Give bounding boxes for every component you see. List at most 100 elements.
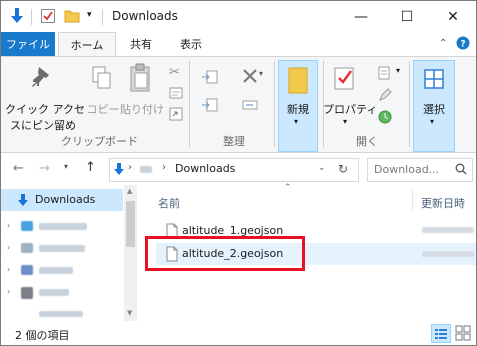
open-dropdown-icon[interactable]: ▾: [396, 66, 400, 75]
history-icon[interactable]: [377, 109, 393, 125]
tab-view[interactable]: 表示: [171, 32, 211, 56]
path-separator-2: ›: [162, 162, 166, 173]
redacted-nav-item-4: [39, 289, 69, 296]
search-box[interactable]: Download...: [367, 158, 473, 182]
path-segment-redacted: [140, 166, 152, 173]
select-button[interactable]: 選択 ▾: [413, 60, 455, 152]
minimize-button[interactable]: —: [338, 1, 384, 32]
highlight-box: [145, 236, 305, 271]
help-icon[interactable]: ?: [456, 36, 470, 50]
properties-quick-icon[interactable]: [40, 8, 56, 24]
downloads-nav-icon: [17, 193, 29, 207]
cut-icon[interactable]: ✂: [169, 65, 180, 80]
organize-group-label: 整理: [223, 135, 245, 148]
expand-chevron-icon-4[interactable]: ›: [7, 287, 10, 296]
scroll-up-icon[interactable]: ▲: [127, 187, 132, 195]
new-label: 新規: [287, 103, 309, 116]
nav-item-label: Downloads: [35, 193, 96, 206]
new-button[interactable]: 新規 ▾: [278, 60, 318, 152]
expand-chevron-icon[interactable]: ›: [7, 221, 10, 230]
tab-share[interactable]: 共有: [121, 32, 161, 56]
recent-dropdown-icon[interactable]: ▾: [64, 162, 68, 171]
scroll-down-icon[interactable]: ▼: [127, 309, 132, 317]
path-current: Downloads: [175, 162, 236, 175]
tab-file[interactable]: ファイル: [1, 32, 55, 56]
back-arrow-icon[interactable]: ←: [13, 161, 24, 176]
column-divider[interactable]: [412, 189, 413, 211]
explorer-window: ▾ Downloads — ☐ ✕ ファイル ホーム 共有 表示 ⌃ ? クイッ…: [0, 0, 477, 346]
copy-icon: [91, 65, 113, 91]
group-divider-1: [189, 61, 190, 147]
forward-arrow-icon[interactable]: →: [39, 161, 50, 176]
file-date-redacted-1: [422, 227, 474, 233]
redacted-nav-item-3: [39, 267, 73, 274]
sort-indicator-icon: ⌃: [284, 183, 292, 193]
redacted-nav-item-1: [39, 223, 87, 230]
expand-chevron-icon-2[interactable]: ›: [7, 243, 10, 252]
pin-label-line1: クイック アクセ: [5, 103, 85, 116]
status-bar: 2 個の項目: [1, 321, 476, 345]
refresh-icon[interactable]: ↻: [338, 162, 348, 176]
redacted-nav-icon-2: [21, 243, 33, 253]
properties-icon: [333, 65, 357, 91]
nav-scroll-thumb[interactable]: [126, 201, 135, 247]
redacted-nav-item-5: [39, 311, 83, 317]
ribbon-collapse-icon[interactable]: ⌃: [439, 38, 447, 49]
search-placeholder: Download...: [374, 163, 440, 176]
close-button[interactable]: ✕: [430, 1, 476, 32]
large-icons-view-button[interactable]: [455, 325, 471, 341]
new-folder-icon: [287, 67, 309, 95]
tab-home[interactable]: ホーム: [58, 32, 116, 57]
new-dropdown-icon: ▾: [294, 117, 299, 126]
open-group-label: 開く: [356, 135, 378, 148]
redacted-nav-icon-4: [21, 287, 33, 299]
paste-icon: [129, 63, 153, 93]
paste-shortcut-icon[interactable]: [169, 107, 183, 121]
delete-icon[interactable]: [241, 67, 259, 85]
maximize-button[interactable]: ☐: [384, 1, 430, 32]
copy-button[interactable]: コピー: [83, 101, 123, 117]
address-bar[interactable]: › › Downloads ⌄ ↻: [109, 158, 359, 182]
copy-path-icon[interactable]: [169, 87, 183, 99]
group-divider-2: [274, 61, 275, 147]
column-header-modified[interactable]: 更新日時: [421, 195, 465, 211]
redacted-nav-icon-1: [21, 221, 33, 231]
navigation-pane: Downloads › › › › ▲ ▼: [1, 185, 137, 321]
select-label: 選択: [423, 103, 445, 116]
downloads-path-icon: [113, 162, 125, 176]
expand-chevron-icon-3[interactable]: ›: [7, 265, 10, 274]
file-date-redacted-2: [422, 251, 474, 257]
column-header-name[interactable]: 名前: [158, 195, 180, 211]
group-divider-4: [409, 61, 410, 147]
rename-icon[interactable]: [241, 97, 259, 113]
address-row: ← → ▾ ↑ › › Downloads ⌄ ↻ Download...: [1, 154, 476, 184]
clipboard-group-label: クリップボード: [61, 135, 138, 148]
pin-icon: [31, 65, 53, 91]
properties-button[interactable]: プロパティ: [323, 101, 377, 117]
details-view-button[interactable]: [431, 324, 451, 343]
file-list: ⌃ 名前 更新日時 altitude_1.geojson altitude_2.…: [138, 183, 476, 321]
nav-scrollbar[interactable]: ▲ ▼: [124, 185, 137, 321]
nav-item-downloads[interactable]: Downloads: [1, 189, 123, 211]
pin-label-line2: スにピン留め: [10, 119, 76, 132]
up-arrow-icon[interactable]: ↑: [85, 160, 96, 175]
open-icon[interactable]: [377, 65, 395, 81]
down-arrow-icon[interactable]: [9, 7, 25, 25]
paste-button[interactable]: 貼り付け: [119, 101, 165, 117]
move-to-icon[interactable]: [201, 69, 219, 85]
redacted-nav-icon-3: [21, 265, 33, 275]
svg-text:?: ?: [460, 40, 465, 50]
address-dropdown-icon[interactable]: ⌄: [318, 163, 326, 173]
pin-quick-access-button[interactable]: クイック アクセ スにピン留め: [5, 101, 85, 133]
properties-dropdown-icon[interactable]: ▾: [343, 117, 347, 126]
copy-to-icon[interactable]: [201, 97, 219, 113]
title-divider: [31, 9, 32, 25]
delete-dropdown-icon[interactable]: ▾: [259, 69, 263, 78]
path-separator-1: ›: [128, 162, 132, 173]
folder-quick-icon[interactable]: [64, 8, 80, 24]
ribbon: クイック アクセ スにピン留め コピー 貼り付け ✂ クリップボード ▾ 整理 …: [1, 56, 476, 153]
customize-dropdown-icon[interactable]: ▾: [87, 10, 92, 20]
item-count: 2 個の項目: [15, 329, 70, 342]
title-bar: ▾ Downloads — ☐ ✕: [1, 1, 476, 32]
edit-icon[interactable]: [377, 87, 393, 103]
